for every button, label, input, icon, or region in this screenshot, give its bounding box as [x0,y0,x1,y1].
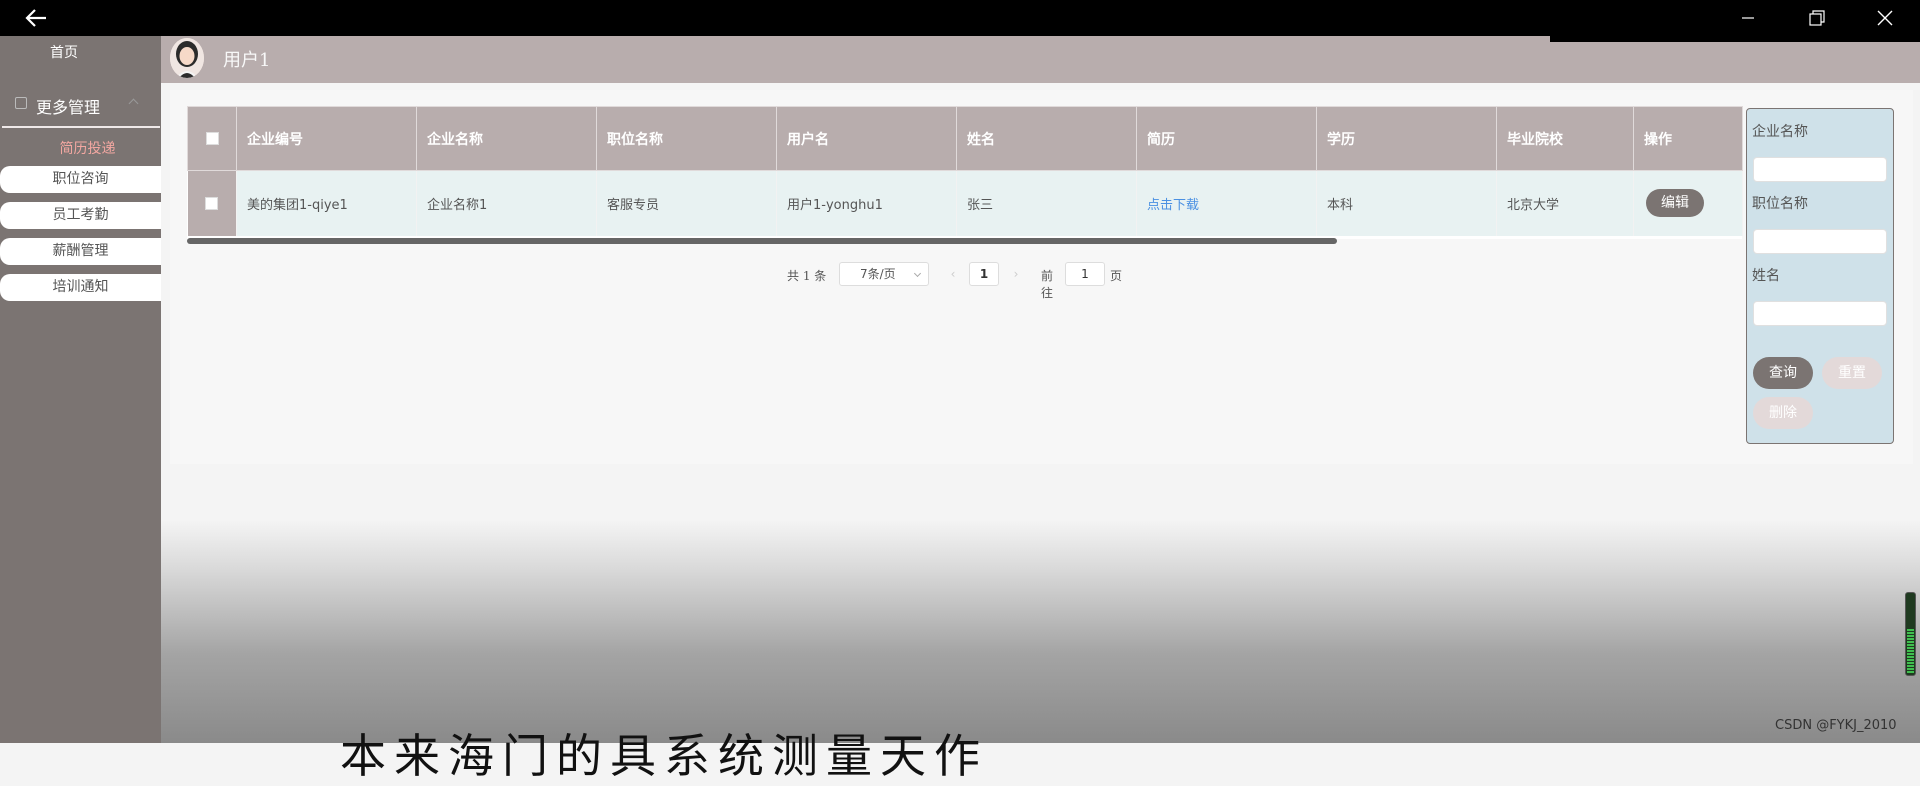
reset-button[interactable]: 重置 [1822,357,1882,389]
pager-total: 共 1 条 [787,269,827,283]
volume-meter-icon [1905,592,1916,676]
background-gradient [161,520,1920,743]
edit-button[interactable]: 编辑 [1646,189,1704,218]
cell-school: 北京大学 [1496,170,1634,236]
table-header-row: 企业编号 企业名称 职位名称 用户名 姓名 简历 学历 毕业院校 操作 [187,106,1743,171]
page-unit-label: 页 [1110,269,1123,283]
header-bar: 用户1 [161,36,1920,83]
name-label: 姓名 [1752,268,1780,284]
cell-position: 客服专员 [596,170,777,236]
sidebar-group-label: 更多管理 [36,98,101,117]
column-header[interactable]: 用户名 [776,106,957,171]
goto-label: 前往 [1041,269,1054,300]
sidebar: 首页 更多管理 简历投递 职位咨询 员工考勤 薪酬管理 培训通知 [0,36,161,743]
query-button[interactable]: 查询 [1753,357,1813,389]
arrow-left-icon[interactable] [22,6,50,30]
column-header[interactable]: 毕业院校 [1496,106,1634,171]
cell-action: 编辑 [1633,170,1743,236]
page-size-value: 7条/页 [860,267,896,281]
column-header[interactable]: 企业名称 [416,106,597,171]
main-content: 企业编号 企业名称 职位名称 用户名 姓名 简历 学历 毕业院校 操作 美的集团… [170,90,1913,464]
row-checkbox[interactable] [205,196,219,210]
name-input[interactable] [1753,301,1887,326]
data-table: 企业编号 企业名称 职位名称 用户名 姓名 简历 学历 毕业院校 操作 美的集团… [187,106,1743,239]
select-all-cell [187,106,237,171]
company-name-label: 企业名称 [1752,124,1808,140]
avatar[interactable] [170,38,204,78]
resume-download-link[interactable]: 点击下载 [1147,198,1199,213]
position-name-input[interactable] [1753,229,1887,254]
select-all-checkbox[interactable] [205,132,219,145]
cell-company-name: 企业名称1 [416,170,597,236]
titlebar-strip [1550,36,1920,42]
current-page-button[interactable]: 1 [969,262,999,286]
column-header[interactable]: 姓名 [956,106,1137,171]
watermark: CSDN @FYKJ_2010 [1775,718,1897,733]
column-header: 操作 [1633,106,1743,171]
sidebar-item-salary[interactable]: 薪酬管理 [0,238,161,265]
minimize-icon[interactable] [1733,6,1763,30]
sidebar-divider [2,126,160,128]
position-name-label: 职位名称 [1752,196,1808,212]
company-name-input[interactable] [1753,157,1887,182]
menu-icon [15,97,27,109]
cell-username: 用户1-yonghu1 [776,170,957,236]
chevron-up-icon [128,98,139,109]
search-panel: 企业名称 职位名称 姓名 查询 重置 删除 [1746,108,1894,444]
chevron-down-icon [913,269,922,278]
column-header[interactable]: 企业编号 [236,106,417,171]
sidebar-item-training[interactable]: 培训通知 [0,274,161,301]
cell-education: 本科 [1316,170,1497,236]
restore-icon[interactable] [1801,6,1831,30]
next-page-button[interactable]: › [1005,262,1027,286]
sidebar-item-attendance[interactable]: 员工考勤 [0,202,161,229]
cell-resume: 点击下载 [1136,170,1317,236]
page-size-select[interactable]: 7条/页 [839,262,929,286]
cell-company-id: 美的集团1-qiye1 [236,170,417,236]
overlay-caption: 本来海门的具系统测量天作 [340,729,988,783]
window-titlebar [0,0,1920,36]
row-select-cell [187,170,237,236]
header-username: 用户1 [223,50,271,71]
delete-button[interactable]: 删除 [1753,397,1813,429]
sidebar-item-resume-delivery[interactable]: 简历投递 [0,138,175,158]
cell-name: 张三 [956,170,1137,236]
table-row: 美的集团1-qiye1 企业名称1 客服专员 用户1-yonghu1 张三 点击… [187,170,1743,236]
sidebar-item-home[interactable]: 首页 [0,42,128,62]
table-horizontal-scrollbar[interactable] [187,238,1337,244]
sidebar-group-more-management[interactable]: 更多管理 [0,92,160,118]
sidebar-item-position-consult[interactable]: 职位咨询 [0,166,161,193]
goto-page-input[interactable]: 1 [1065,262,1105,286]
column-header[interactable]: 职位名称 [596,106,777,171]
column-header[interactable]: 简历 [1136,106,1317,171]
column-header[interactable]: 学历 [1316,106,1497,171]
close-icon[interactable] [1870,6,1900,30]
prev-page-button[interactable]: ‹ [942,262,964,286]
